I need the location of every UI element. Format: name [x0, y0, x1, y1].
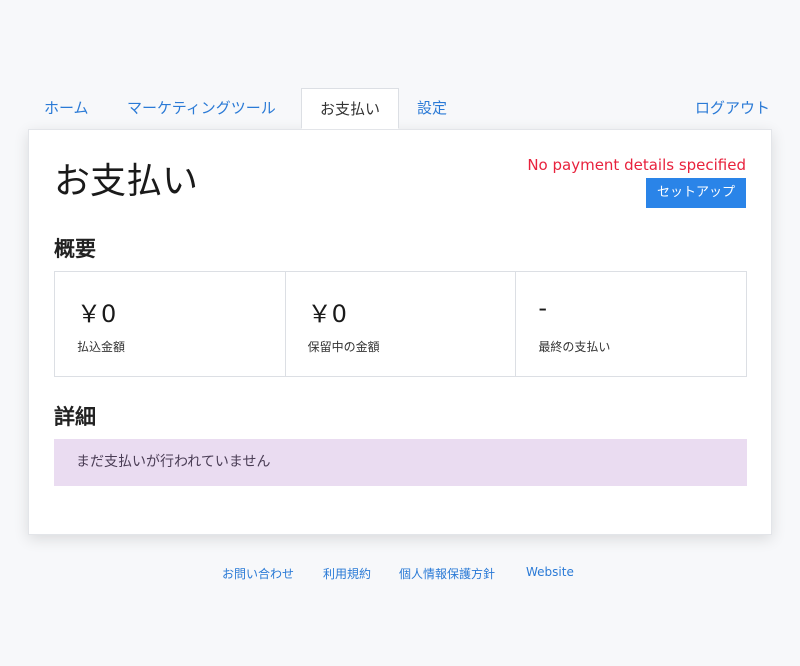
last-payment-value: -	[538, 294, 548, 322]
payment-warning: No payment details specified	[527, 156, 746, 174]
payments-card: お支払い No payment details specified セットアップ…	[28, 129, 772, 535]
pending-amount: ￥0	[307, 300, 347, 328]
details-heading: 詳細	[54, 405, 96, 429]
tab-home[interactable]: ホーム	[44, 88, 89, 129]
summary-last-payment: - 最終の支払い	[516, 272, 746, 376]
footer-privacy-link[interactable]: 個人情報保護方針	[399, 565, 495, 582]
paid-amount: ￥0	[77, 300, 117, 328]
summary-heading: 概要	[54, 237, 96, 261]
tab-payments[interactable]: お支払い	[301, 88, 399, 129]
tab-settings[interactable]: 設定	[417, 88, 447, 129]
summary-panel: ￥0 払込金額 ￥0 保留中の金額 - 最終の支払い	[54, 271, 747, 377]
footer-website-link[interactable]: Website	[526, 565, 574, 579]
summary-paid: ￥0 払込金額	[55, 272, 286, 376]
paid-label: 払込金額	[77, 340, 126, 354]
summary-pending: ￥0 保留中の金額	[286, 272, 517, 376]
no-payments-message: まだ支払いが行われていません	[54, 439, 747, 486]
top-nav: ホーム マーケティングツール お支払い 設定 ログアウト	[28, 88, 772, 129]
logout-link[interactable]: ログアウト	[695, 88, 770, 129]
pending-label: 保留中の金額	[307, 340, 380, 354]
last-payment-label: 最終の支払い	[538, 340, 611, 354]
footer-terms-link[interactable]: 利用規約	[323, 565, 371, 582]
tab-marketing-tools[interactable]: マーケティングツール	[127, 88, 276, 129]
setup-button[interactable]: セットアップ	[646, 178, 746, 208]
footer-contact-link[interactable]: お問い合わせ	[222, 565, 294, 582]
page-title: お支払い	[54, 161, 199, 202]
footer: お問い合わせ 利用規約 個人情報保護方針 Website	[0, 565, 800, 583]
